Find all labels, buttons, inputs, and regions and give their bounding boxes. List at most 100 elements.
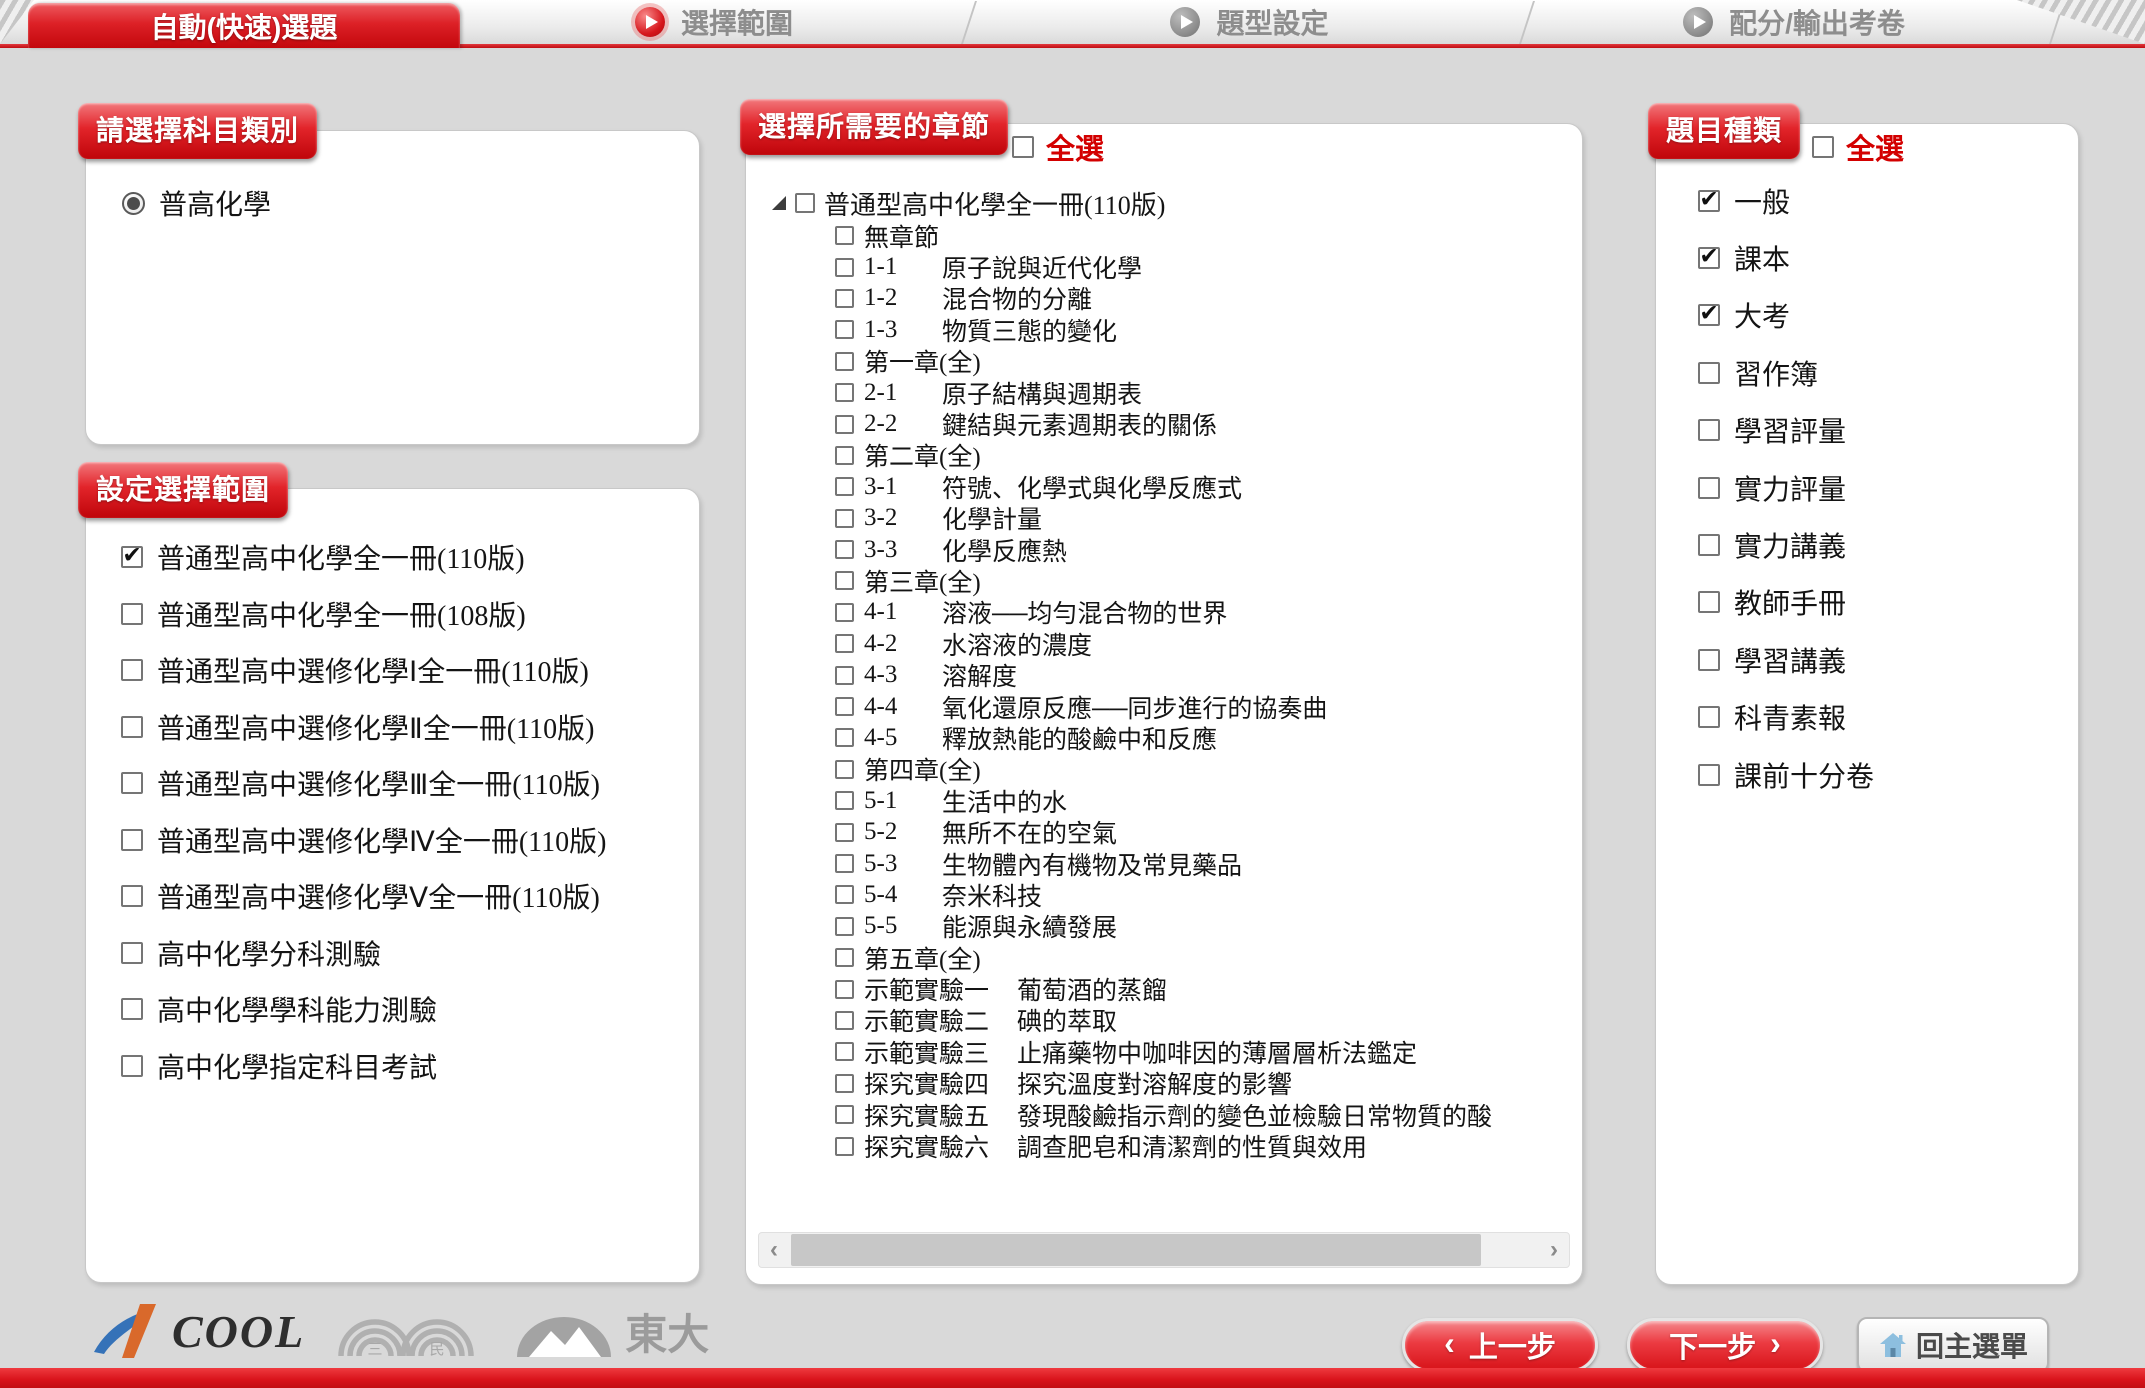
checkbox[interactable] xyxy=(835,289,854,308)
list-item[interactable]: 普通型高中選修化學Ⅳ全一冊(110版) xyxy=(121,812,606,869)
checkbox[interactable] xyxy=(835,383,854,402)
tree-row[interactable]: 1-3 物質三態的變化 xyxy=(835,314,1492,345)
tree-row[interactable]: 1-1 原子說與近代化學 xyxy=(835,251,1492,282)
checkbox[interactable] xyxy=(1698,477,1720,499)
checkbox[interactable] xyxy=(835,320,854,339)
tree-row[interactable]: 第四章(全) xyxy=(835,754,1492,785)
list-item[interactable]: 普通型高中選修化學Ⅰ全一冊(110版) xyxy=(121,642,606,699)
tab-question-type-settings[interactable]: 題型設定 xyxy=(973,0,1526,44)
scroll-right-arrow-icon[interactable]: › xyxy=(1539,1233,1569,1267)
list-item[interactable]: 實力評量 xyxy=(1698,459,1874,516)
checkbox[interactable] xyxy=(1698,247,1720,269)
checkbox[interactable] xyxy=(1698,304,1720,326)
checkbox[interactable] xyxy=(835,948,854,967)
checkbox[interactable] xyxy=(835,258,854,277)
checkbox[interactable] xyxy=(121,659,143,681)
checkbox[interactable] xyxy=(121,1055,143,1077)
checkbox[interactable] xyxy=(835,509,854,528)
list-item[interactable]: 實力講義 xyxy=(1698,516,1874,573)
checkbox[interactable] xyxy=(835,791,854,810)
checkbox[interactable] xyxy=(835,540,854,559)
checkbox[interactable] xyxy=(121,716,143,738)
list-item[interactable]: 教師手冊 xyxy=(1698,574,1874,631)
tree-expand-icon[interactable] xyxy=(772,196,786,210)
checkbox[interactable] xyxy=(1698,764,1720,786)
tree-row[interactable]: 探究實驗六 調查肥皂和清潔劑的性質與效用 xyxy=(835,1130,1492,1161)
list-item[interactable]: 普通型高中化學全一冊(108版) xyxy=(121,586,606,643)
checkbox[interactable] xyxy=(835,697,854,716)
tree-row[interactable]: 3-3 化學反應熱 xyxy=(835,534,1492,565)
horizontal-scrollbar[interactable]: ‹ › xyxy=(758,1232,1570,1268)
list-item[interactable]: 普通型高中化學全一冊(110版) xyxy=(121,529,606,586)
checkbox[interactable] xyxy=(835,1137,854,1156)
checkbox[interactable] xyxy=(121,942,143,964)
back-to-main-menu-button[interactable]: 回主選單 xyxy=(1857,1317,2049,1373)
tree-row[interactable]: 第一章(全) xyxy=(835,346,1492,377)
checkbox[interactable] xyxy=(1698,362,1720,384)
tree-row[interactable]: 4-5 釋放熱能的酸鹼中和反應 xyxy=(835,722,1492,753)
tree-row[interactable]: 2-1 原子結構與週期表 xyxy=(835,377,1492,408)
list-item[interactable]: 普通型高中選修化學Ⅴ全一冊(110版) xyxy=(121,868,606,925)
checkbox[interactable] xyxy=(1698,534,1720,556)
list-item[interactable]: 學習講義 xyxy=(1698,631,1874,688)
tree-row[interactable]: 5-4 奈米科技 xyxy=(835,879,1492,910)
checkbox[interactable] xyxy=(1698,190,1720,212)
tree-row[interactable]: 5-2 無所不在的空氣 xyxy=(835,816,1492,847)
tree-row[interactable]: 3-2 化學計量 xyxy=(835,503,1492,534)
tree-row[interactable]: 5-3 生物體內有機物及常見藥品 xyxy=(835,848,1492,879)
tree-row[interactable]: 無章節 xyxy=(835,220,1492,251)
list-item[interactable]: 科青素報 xyxy=(1698,689,1874,746)
checkbox[interactable] xyxy=(121,603,143,625)
tree-row[interactable]: 1-2 混合物的分離 xyxy=(835,283,1492,314)
chapter-select-all[interactable]: 全選 xyxy=(1012,126,1104,168)
list-item[interactable]: 課本 xyxy=(1698,229,1874,286)
list-item[interactable]: 高中化學指定科目考試 xyxy=(121,1038,606,1095)
tree-row[interactable]: 4-2 水溶液的濃度 xyxy=(835,628,1492,659)
checkbox[interactable] xyxy=(121,829,143,851)
checkbox[interactable] xyxy=(1698,419,1720,441)
list-item[interactable]: 一般 xyxy=(1698,172,1874,229)
list-item[interactable]: 課前十分卷 xyxy=(1698,746,1874,803)
tree-row[interactable]: 2-2 鍵結與元素週期表的關係 xyxy=(835,408,1492,439)
tree-row[interactable]: 5-5 能源與永續發展 xyxy=(835,911,1492,942)
tree-row[interactable]: 4-4 氧化還原反應──同步進行的協奏曲 xyxy=(835,691,1492,722)
tree-row[interactable]: 示範實驗二 碘的萃取 xyxy=(835,1005,1492,1036)
list-item[interactable]: 高中化學學科能力測驗 xyxy=(121,981,606,1038)
prev-step-button[interactable]: ‹ 上一步 xyxy=(1402,1318,1598,1372)
tree-row[interactable]: 3-1 符號、化學式與化學反應式 xyxy=(835,471,1492,502)
checkbox[interactable] xyxy=(121,885,143,907)
subject-option[interactable]: 普高化學 xyxy=(122,186,271,220)
tree-row[interactable]: 5-1 生活中的水 xyxy=(835,785,1492,816)
checkbox[interactable] xyxy=(835,603,854,622)
tree-row[interactable]: 第五章(全) xyxy=(835,942,1492,973)
checkbox[interactable] xyxy=(795,193,815,213)
tab-scoring-output[interactable]: 配分/輸出考卷 xyxy=(1530,0,2058,44)
tree-row[interactable]: 探究實驗五 發現酸鹼指示劑的變色並檢驗日常物質的酸 xyxy=(835,1099,1492,1130)
tab-auto-quick-select[interactable]: 自動(快速)選題 xyxy=(28,3,460,48)
tree-row[interactable]: 第二章(全) xyxy=(835,440,1492,471)
select-all-checkbox[interactable] xyxy=(1812,136,1834,158)
scroll-left-arrow-icon[interactable]: ‹ xyxy=(759,1233,789,1267)
qtype-select-all[interactable]: 全選 xyxy=(1812,126,1904,168)
list-item[interactable]: 普通型高中選修化學Ⅱ全一冊(110版) xyxy=(121,699,606,756)
checkbox[interactable] xyxy=(835,885,854,904)
checkbox[interactable] xyxy=(835,477,854,496)
checkbox[interactable] xyxy=(835,352,854,371)
checkbox[interactable] xyxy=(835,1011,854,1030)
checkbox[interactable] xyxy=(835,854,854,873)
tree-row[interactable]: 示範實驗三 止痛藥物中咖啡因的薄層層析法鑑定 xyxy=(835,1036,1492,1067)
checkbox[interactable] xyxy=(835,980,854,999)
checkbox[interactable] xyxy=(835,1074,854,1093)
tab-select-range[interactable]: 選擇範圍 xyxy=(458,0,970,44)
tree-row[interactable]: 4-3 溶解度 xyxy=(835,659,1492,690)
checkbox[interactable] xyxy=(121,772,143,794)
next-step-button[interactable]: 下一步 › xyxy=(1627,1318,1823,1372)
checkbox[interactable] xyxy=(835,823,854,842)
checkbox[interactable] xyxy=(835,728,854,747)
select-all-checkbox[interactable] xyxy=(1012,136,1034,158)
checkbox[interactable] xyxy=(835,1105,854,1124)
tree-row[interactable]: 4-1 溶液──均勻混合物的世界 xyxy=(835,597,1492,628)
checkbox[interactable] xyxy=(121,546,143,568)
list-item[interactable]: 習作簿 xyxy=(1698,344,1874,401)
radio-button[interactable] xyxy=(122,192,145,215)
